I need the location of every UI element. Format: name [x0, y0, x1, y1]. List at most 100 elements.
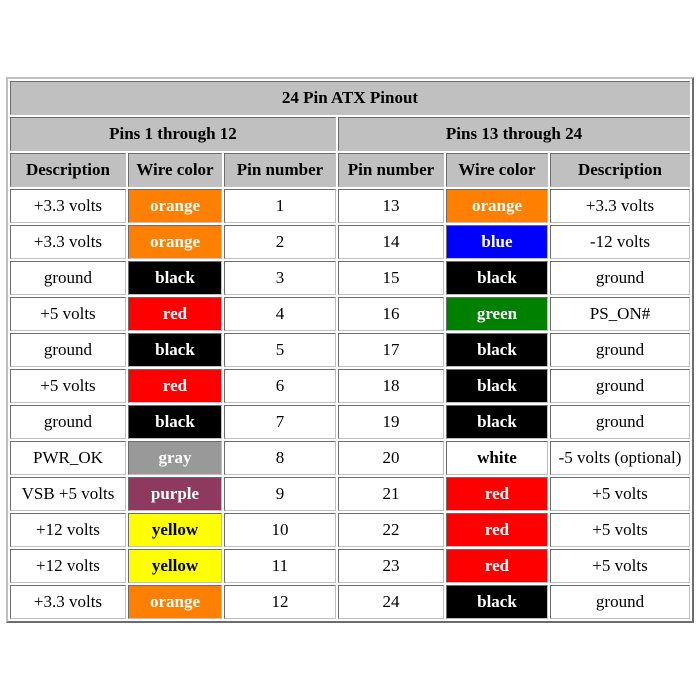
column-header-pin-number-left: Pin number: [223, 153, 336, 187]
cell-pin-number-left: 4: [223, 297, 336, 331]
cell-wire-color-left: red: [127, 297, 222, 331]
table-row: PWR_OK gray 8 20 white -5 volts (optional): [9, 441, 691, 475]
cell-wire-color-right: red: [445, 513, 548, 547]
cell-pin-number-right: 13: [337, 189, 444, 223]
atx-pinout-table: 24 Pin ATX Pinout Pins 1 through 12 Pins…: [5, 77, 695, 623]
cell-description-left: +12 volts: [9, 549, 126, 583]
cell-pin-number-left: 8: [223, 441, 336, 475]
table-row: +12 volts yellow 10 22 red +5 volts: [9, 513, 691, 547]
cell-description-right: ground: [549, 333, 691, 367]
cell-pin-number-left: 1: [223, 189, 336, 223]
cell-wire-color-left: yellow: [127, 513, 222, 547]
cell-pin-number-right: 22: [337, 513, 444, 547]
table-row: +12 volts yellow 11 23 red +5 volts: [9, 549, 691, 583]
cell-description-right: +3.3 volts: [549, 189, 691, 223]
column-header-description-right: Description: [549, 153, 691, 187]
cell-pin-number-right: 20: [337, 441, 444, 475]
cell-wire-color-right: black: [445, 333, 548, 367]
cell-pin-number-left: 9: [223, 477, 336, 511]
cell-pin-number-right: 16: [337, 297, 444, 331]
cell-description-left: ground: [9, 333, 126, 367]
table-row: ground black 3 15 black ground: [9, 261, 691, 295]
cell-wire-color-right: orange: [445, 189, 548, 223]
table-row: +5 volts red 4 16 green PS_ON#: [9, 297, 691, 331]
cell-wire-color-right: black: [445, 585, 548, 619]
cell-wire-color-right: green: [445, 297, 548, 331]
table-header: 24 Pin ATX Pinout Pins 1 through 12 Pins…: [9, 81, 691, 187]
cell-description-right: PS_ON#: [549, 297, 691, 331]
cell-wire-color-right: red: [445, 549, 548, 583]
cell-pin-number-left: 11: [223, 549, 336, 583]
table-row: ground black 5 17 black ground: [9, 333, 691, 367]
cell-pin-number-right: 17: [337, 333, 444, 367]
cell-description-right: -12 volts: [549, 225, 691, 259]
cell-description-right: ground: [549, 261, 691, 295]
table-row: ground black 7 19 black ground: [9, 405, 691, 439]
cell-wire-color-left: orange: [127, 585, 222, 619]
cell-description-left: +12 volts: [9, 513, 126, 547]
cell-pin-number-right: 14: [337, 225, 444, 259]
cell-description-left: +5 volts: [9, 297, 126, 331]
cell-pin-number-left: 7: [223, 405, 336, 439]
cell-description-left: ground: [9, 261, 126, 295]
cell-wire-color-left: red: [127, 369, 222, 403]
cell-pin-number-left: 3: [223, 261, 336, 295]
cell-description-right: -5 volts (optional): [549, 441, 691, 475]
cell-description-left: +5 volts: [9, 369, 126, 403]
cell-pin-number-left: 5: [223, 333, 336, 367]
cell-pin-number-right: 15: [337, 261, 444, 295]
cell-description-right: ground: [549, 369, 691, 403]
column-header-description-left: Description: [9, 153, 126, 187]
cell-description-left: +3.3 volts: [9, 585, 126, 619]
cell-pin-number-right: 23: [337, 549, 444, 583]
cell-pin-number-left: 6: [223, 369, 336, 403]
table-row: +3.3 volts orange 12 24 black ground: [9, 585, 691, 619]
table-row: +3.3 volts orange 1 13 orange +3.3 volts: [9, 189, 691, 223]
cell-pin-number-right: 19: [337, 405, 444, 439]
cell-pin-number-right: 21: [337, 477, 444, 511]
column-header-wire-color-left: Wire color: [127, 153, 222, 187]
cell-pin-number-left: 10: [223, 513, 336, 547]
cell-wire-color-right: white: [445, 441, 548, 475]
group-header-left: Pins 1 through 12: [9, 117, 336, 151]
column-header-row: Description Wire color Pin number Pin nu…: [9, 153, 691, 187]
table-row: +3.3 volts orange 2 14 blue -12 volts: [9, 225, 691, 259]
column-header-wire-color-right: Wire color: [445, 153, 548, 187]
cell-description-right: ground: [549, 405, 691, 439]
table-row: +5 volts red 6 18 black ground: [9, 369, 691, 403]
cell-pin-number-right: 24: [337, 585, 444, 619]
cell-wire-color-left: black: [127, 405, 222, 439]
cell-wire-color-left: orange: [127, 225, 222, 259]
title-row: 24 Pin ATX Pinout: [9, 81, 691, 115]
cell-wire-color-right: black: [445, 369, 548, 403]
cell-wire-color-left: yellow: [127, 549, 222, 583]
cell-description-right: +5 volts: [549, 549, 691, 583]
cell-wire-color-right: black: [445, 261, 548, 295]
cell-description-left: +3.3 volts: [9, 189, 126, 223]
cell-pin-number-left: 12: [223, 585, 336, 619]
cell-description-right: +5 volts: [549, 477, 691, 511]
cell-description-right: +5 volts: [549, 513, 691, 547]
cell-description-left: +3.3 volts: [9, 225, 126, 259]
cell-description-right: ground: [549, 585, 691, 619]
cell-wire-color-left: black: [127, 333, 222, 367]
cell-wire-color-left: gray: [127, 441, 222, 475]
table-body: +3.3 volts orange 1 13 orange +3.3 volts +3.3 …: [9, 189, 691, 619]
cell-wire-color-left: purple: [127, 477, 222, 511]
group-header-right: Pins 13 through 24: [337, 117, 691, 151]
cell-description-left: ground: [9, 405, 126, 439]
cell-wire-color-right: black: [445, 405, 548, 439]
cell-description-left: VSB +5 volts: [9, 477, 126, 511]
table-row: VSB +5 volts purple 9 21 red +5 volts: [9, 477, 691, 511]
column-header-pin-number-right: Pin number: [337, 153, 444, 187]
cell-wire-color-left: black: [127, 261, 222, 295]
cell-pin-number-left: 2: [223, 225, 336, 259]
cell-pin-number-right: 18: [337, 369, 444, 403]
cell-wire-color-left: orange: [127, 189, 222, 223]
cell-description-left: PWR_OK: [9, 441, 126, 475]
group-header-row: Pins 1 through 12 Pins 13 through 24: [9, 117, 691, 151]
cell-wire-color-right: red: [445, 477, 548, 511]
cell-wire-color-right: blue: [445, 225, 548, 259]
table-title: 24 Pin ATX Pinout: [9, 81, 691, 115]
page-container: 24 Pin ATX Pinout Pins 1 through 12 Pins…: [0, 0, 700, 700]
